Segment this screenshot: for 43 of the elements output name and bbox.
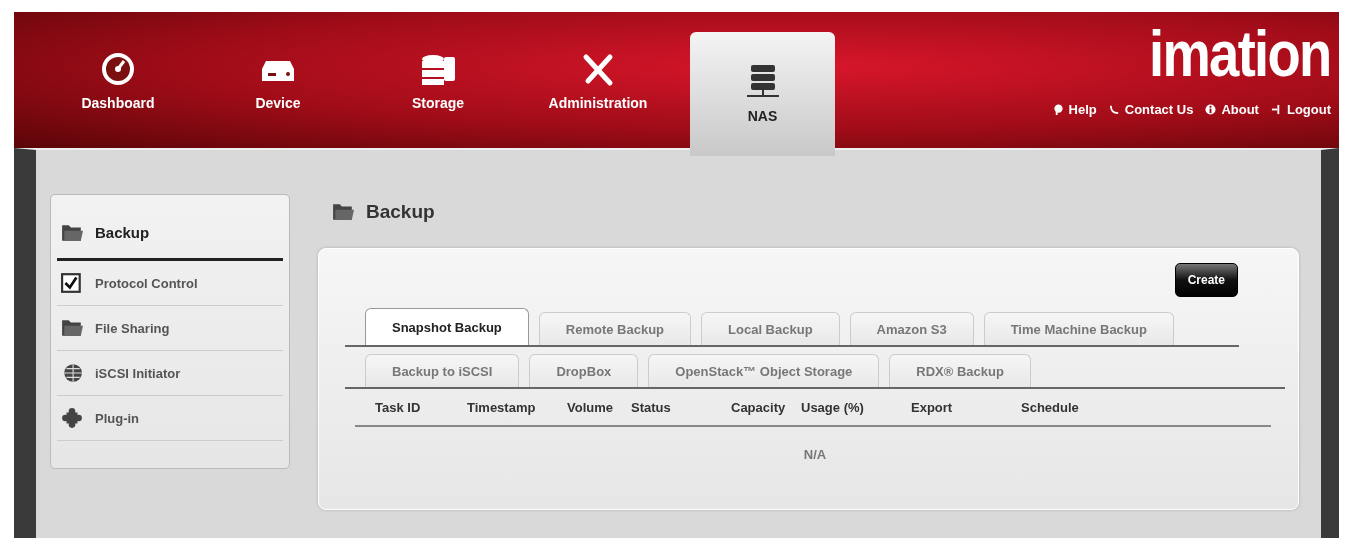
- page-title: Backup: [366, 201, 435, 223]
- header-link[interactable]: Logout: [1270, 102, 1331, 117]
- column-header: Schedule: [1021, 399, 1080, 415]
- sidebar-item[interactable]: File Sharing: [57, 306, 283, 351]
- folder-icon: [61, 222, 83, 243]
- info-icon: [1205, 104, 1217, 115]
- column-header: Task ID: [375, 399, 422, 415]
- tab[interactable]: OpenStack™ Object Storage: [648, 354, 880, 387]
- tab[interactable]: Remote Backup: [538, 312, 692, 345]
- column-header: Export: [911, 399, 954, 415]
- globe-icon: [61, 363, 83, 383]
- nav-tab[interactable]: Administration: [518, 26, 678, 136]
- tab[interactable]: RDX® Backup: [889, 354, 1031, 387]
- tab[interactable]: Time Machine Backup: [983, 312, 1174, 345]
- column-header: Status: [631, 399, 672, 415]
- nav-tab[interactable]: Storage: [358, 26, 518, 136]
- tab[interactable]: DropBox: [529, 354, 639, 387]
- column-header: Capacity: [731, 399, 787, 415]
- tab[interactable]: Snapshot Backup: [365, 308, 529, 345]
- sidebar-item[interactable]: Protocol Control: [57, 261, 283, 306]
- sidebar-item[interactable]: Backup: [57, 195, 283, 261]
- folder-icon: [332, 202, 354, 222]
- sidebar-item[interactable]: Plug-in: [57, 396, 283, 441]
- phone-icon: [1108, 104, 1120, 115]
- header-link[interactable]: Contact Us: [1108, 102, 1194, 117]
- nav-tab[interactable]: Dashboard: [38, 26, 198, 136]
- tab[interactable]: Local Backup: [701, 312, 840, 345]
- folder-icon: [61, 318, 83, 338]
- tab[interactable]: Backup to iSCSI: [365, 354, 520, 387]
- logout-icon: [1270, 104, 1282, 115]
- nav-tab[interactable]: Device: [198, 26, 358, 136]
- nav-tab[interactable]: NAS: [690, 32, 835, 156]
- brand-logo: imation: [1149, 22, 1331, 86]
- checkbox-icon: [61, 273, 83, 293]
- tab[interactable]: Amazon S3: [849, 312, 974, 345]
- empty-message: N/A: [803, 447, 827, 462]
- column-header: Usage (%): [801, 399, 865, 415]
- header-link[interactable]: Help: [1052, 102, 1097, 117]
- sidebar-item[interactable]: iSCSI Initiator: [57, 351, 283, 396]
- header-link[interactable]: About: [1205, 102, 1259, 117]
- column-header: Timestamp: [467, 399, 537, 415]
- column-header: Volume: [567, 399, 614, 415]
- create-button[interactable]: Create: [1174, 263, 1238, 297]
